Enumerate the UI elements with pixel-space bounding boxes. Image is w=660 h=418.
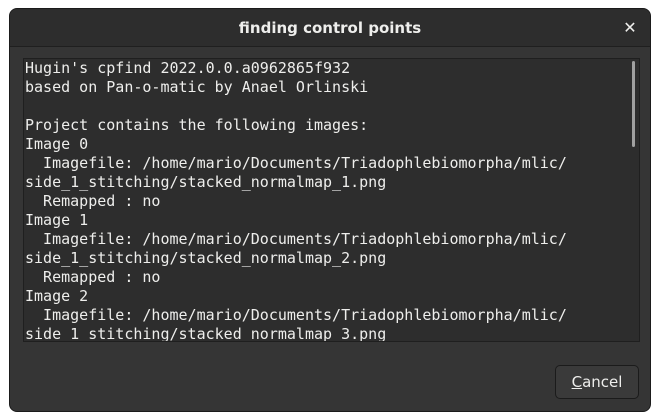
log-line: Project contains the following images: [25,116,369,134]
log-line: Image 2 [25,287,89,305]
log-scrollbar-thumb[interactable] [632,61,635,147]
log-line: Hugin's cpfind 2022.0.0.a0962865f932 [25,59,351,77]
log-text: Hugin's cpfind 2022.0.0.a0962865f932 bas… [25,59,567,342]
cancel-button[interactable]: Cancel [555,365,639,399]
log-line: Imagefile: /home/mario/Documents/Triadop… [25,230,567,248]
dialog-titlebar[interactable]: finding control points ✕ [10,9,650,47]
dialog-title: finding control points [238,19,422,37]
close-icon[interactable]: ✕ [618,16,642,40]
log-line: Image 1 [25,211,89,229]
log-line: Imagefile: /home/mario/Documents/Triadop… [25,306,567,324]
log-line: Remapped : no [25,268,161,286]
log-line: Remapped : no [25,192,161,210]
log-line: side_1_stitching/stacked_normalmap_1.png [25,173,387,191]
log-line: Image 0 [25,135,89,153]
log-line: Imagefile: /home/mario/Documents/Triadop… [25,154,567,172]
cancel-button-mnemonic: C [571,373,583,391]
log-line: side_1_stitching/stacked_normalmap_2.png [25,249,387,267]
cpfind-progress-dialog: finding control points ✕ Hugin's cpfind … [9,8,651,412]
log-scrollbar[interactable] [630,61,638,339]
cancel-button-label: ancel [582,373,623,391]
log-output-area[interactable]: Hugin's cpfind 2022.0.0.a0962865f932 bas… [23,58,640,342]
log-line: side_1_stitching/stacked_normalmap_3.png [25,325,387,342]
log-line: based on Pan-o-matic by Anael Orlinski [25,78,369,96]
